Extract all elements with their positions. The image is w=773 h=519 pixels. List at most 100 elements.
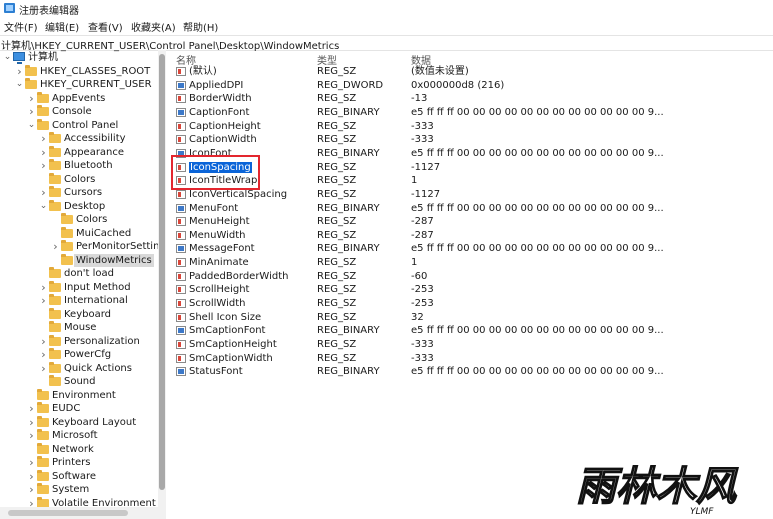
tree-item[interactable]: › Accessibility xyxy=(0,132,158,145)
chevron-right-icon[interactable]: › xyxy=(39,159,48,172)
chevron-right-icon[interactable]: › xyxy=(39,348,48,361)
chevron-down-icon[interactable]: ⌄ xyxy=(39,200,48,213)
scrollbar-thumb[interactable] xyxy=(8,510,128,516)
tree-item[interactable]: ⌄ 计算机 xyxy=(0,51,158,64)
tree-item[interactable]: Environment xyxy=(0,388,158,402)
value-row[interactable]: MenuFont REG_BINARY e5 ff ff ff 00 00 00 0… xyxy=(170,202,773,216)
menu-help[interactable]: 帮助(H) xyxy=(183,19,218,34)
tree-item[interactable]: ⌄ Desktop xyxy=(0,199,158,213)
tree-item[interactable]: Mouse xyxy=(0,321,158,334)
chevron-right-icon[interactable]: › xyxy=(39,132,48,145)
chevron-right-icon[interactable]: › xyxy=(27,483,36,496)
chevron-right-icon[interactable]: › xyxy=(39,281,48,294)
value-row[interactable]: MenuHeight REG_SZ -287 xyxy=(170,215,773,229)
tree-item[interactable]: › Bluetooth xyxy=(0,159,158,172)
value-row[interactable]: Shell Icon Size REG_SZ 32 xyxy=(170,311,773,325)
tree-item[interactable]: › PowerCfg xyxy=(0,348,158,361)
value-row[interactable]: StatusFont REG_BINARY e5 ff ff ff 00 00 00… xyxy=(170,365,773,379)
value-row[interactable]: CaptionFont REG_BINARY e5 ff ff ff 00 00 0… xyxy=(170,106,773,120)
chevron-right-icon[interactable]: › xyxy=(39,362,48,375)
value-row[interactable]: IconTitleWrap REG_SZ 1 xyxy=(170,174,773,188)
value-row[interactable]: IconFont REG_BINARY e5 ff ff ff 00 00 00 0… xyxy=(170,147,773,161)
tree-item[interactable]: › Microsoft xyxy=(0,429,158,442)
tree-item[interactable]: › Software xyxy=(0,469,158,483)
value-row[interactable]: SmCaptionWidth REG_SZ -333 xyxy=(170,352,773,366)
key-tree[interactable]: ⌄ 计算机 › HKEY_CLASSES_ROOT ⌄ HKEY_CURRENT_USER… xyxy=(0,50,158,519)
value-row[interactable]: SmCaptionHeight REG_SZ -333 xyxy=(170,338,773,352)
value-row[interactable]: CaptionHeight REG_SZ -333 xyxy=(170,120,773,134)
menu-favorites[interactable]: 收藏夹(A) xyxy=(131,19,176,34)
tree-item[interactable]: › Quick Actions xyxy=(0,361,158,375)
highlight-annotation-box xyxy=(171,155,260,190)
string-value-icon xyxy=(176,312,186,322)
menu-file[interactable]: 文件(F) xyxy=(4,19,38,34)
tree-item[interactable]: › Personalization xyxy=(0,334,158,348)
menu-view[interactable]: 查看(V) xyxy=(88,19,123,34)
value-data: 1 xyxy=(411,175,418,187)
tree-item-label: don't load xyxy=(64,268,115,279)
value-row[interactable]: BorderWidth REG_SZ -13 xyxy=(170,92,773,106)
tree-item[interactable]: › PerMonitorSettin xyxy=(0,240,158,253)
tree-item[interactable]: › Cursors xyxy=(0,186,158,199)
tree-item[interactable]: › Printers xyxy=(0,456,158,469)
value-row[interactable]: IconSpacing REG_SZ -1127 xyxy=(170,160,773,175)
value-row[interactable]: PaddedBorderWidth REG_SZ -60 xyxy=(170,270,773,284)
tree-item[interactable]: WindowMetrics xyxy=(0,253,158,267)
value-name: MessageFont xyxy=(189,242,255,256)
chevron-right-icon[interactable]: › xyxy=(27,470,36,483)
tree-item[interactable]: ⌄ Control Panel xyxy=(0,118,158,132)
tree-item[interactable]: Keyboard xyxy=(0,307,158,321)
tree-item[interactable]: Network xyxy=(0,442,158,456)
value-row[interactable]: ScrollWidth REG_SZ -253 xyxy=(170,297,773,311)
value-row[interactable]: (默认) REG_SZ (数值未设置) xyxy=(170,65,773,79)
chevron-right-icon[interactable]: › xyxy=(39,294,48,307)
chevron-right-icon[interactable]: › xyxy=(27,402,36,415)
chevron-right-icon[interactable]: › xyxy=(39,186,48,199)
tree-item-label: HKEY_CLASSES_ROOT xyxy=(40,65,151,77)
chevron-right-icon[interactable]: › xyxy=(27,105,36,118)
chevron-right-icon[interactable]: › xyxy=(39,335,48,348)
value-row[interactable]: IconVerticalSpacing REG_SZ -1127 xyxy=(170,188,773,202)
tree-item[interactable]: MuiCached xyxy=(0,226,158,240)
tree-item[interactable]: › Appearance xyxy=(0,145,158,159)
value-row[interactable]: MessageFont REG_BINARY e5 ff ff ff 00 00 0… xyxy=(170,242,773,256)
values-list[interactable]: 名称 类型 数据 (默认) REG_SZ (数值未设置) AppliedDPI REG_… xyxy=(170,50,773,519)
tree-item-label: WindowMetrics xyxy=(74,253,154,267)
tree-item-label: Desktop xyxy=(64,200,106,212)
value-row[interactable]: MinAnimate REG_SZ 1 xyxy=(170,256,773,270)
value-row[interactable]: SmCaptionFont REG_BINARY e5 ff ff ff 00 00… xyxy=(170,324,773,338)
tree-horizontal-scrollbar[interactable] xyxy=(0,507,166,519)
scrollbar-thumb[interactable] xyxy=(159,54,165,490)
value-row[interactable]: ScrollHeight REG_SZ -253 xyxy=(170,283,773,297)
tree-vertical-scrollbar[interactable] xyxy=(158,50,166,519)
chevron-right-icon[interactable]: › xyxy=(15,65,24,78)
tree-item[interactable]: › Input Method xyxy=(0,280,158,294)
tree-item[interactable]: ⌄ HKEY_CURRENT_USER xyxy=(0,78,158,91)
chevron-right-icon[interactable]: › xyxy=(27,429,36,442)
value-row[interactable]: MenuWidth REG_SZ -287 xyxy=(170,229,773,243)
tree-item-label: Quick Actions xyxy=(64,362,132,374)
tree-item[interactable]: › Console xyxy=(0,105,158,118)
chevron-down-icon[interactable]: ⌄ xyxy=(3,51,12,64)
tree-item[interactable]: › HKEY_CLASSES_ROOT xyxy=(0,64,158,78)
tree-item[interactable]: don't load xyxy=(0,267,158,280)
chevron-down-icon[interactable]: ⌄ xyxy=(27,119,36,132)
chevron-right-icon[interactable]: › xyxy=(27,416,36,429)
tree-item[interactable]: › AppEvents xyxy=(0,91,158,105)
tree-item[interactable]: Sound xyxy=(0,375,158,388)
chevron-right-icon[interactable]: › xyxy=(39,146,48,159)
chevron-right-icon[interactable]: › xyxy=(27,92,36,105)
chevron-right-icon[interactable]: › xyxy=(51,240,60,253)
tree-item[interactable]: › Keyboard Layout xyxy=(0,415,158,429)
tree-item[interactable]: Colors xyxy=(0,213,158,226)
chevron-down-icon[interactable]: ⌄ xyxy=(15,78,24,91)
tree-item[interactable]: › EUDC xyxy=(0,402,158,415)
value-row[interactable]: AppliedDPI REG_DWORD 0x000000d8 (216) xyxy=(170,79,773,93)
tree-item[interactable]: › System xyxy=(0,483,158,496)
tree-item[interactable]: Colors xyxy=(0,172,158,186)
value-row[interactable]: CaptionWidth REG_SZ -333 xyxy=(170,133,773,147)
menu-edit[interactable]: 编辑(E) xyxy=(45,19,79,34)
chevron-right-icon[interactable]: › xyxy=(27,456,36,469)
address-bar[interactable]: 计算机\HKEY_CURRENT_USER\Control Panel\Desk… xyxy=(0,35,773,52)
tree-item[interactable]: › International xyxy=(0,294,158,307)
